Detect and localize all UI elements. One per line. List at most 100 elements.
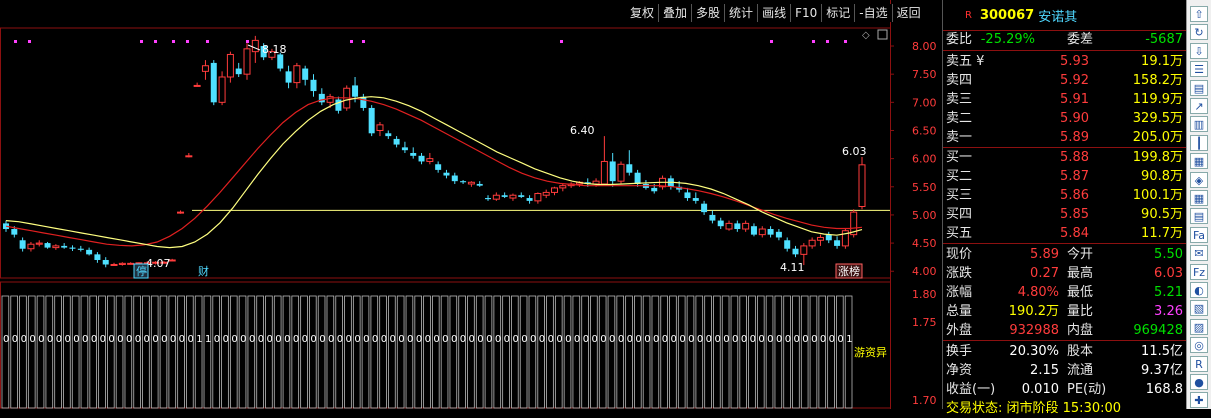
signal-digit: 0 [460, 334, 466, 345]
stat-row: 涨跌 0.27 最高 6.03 [943, 264, 1187, 283]
trend-icon[interactable]: ↗ [1190, 98, 1208, 114]
candle-body [451, 175, 458, 182]
signal-digit: 0 [302, 334, 308, 345]
toolbar-button-7[interactable]: -自选 [854, 4, 891, 22]
bid-price: 5.85 [1060, 207, 1089, 222]
signal-digit: 0 [319, 334, 325, 345]
fa-icon[interactable]: Fa [1190, 226, 1208, 243]
candle-body [476, 183, 483, 186]
shield-icon[interactable]: ◈ [1190, 171, 1208, 188]
candle-body [401, 147, 408, 151]
list-icon[interactable]: ☰ [1190, 61, 1208, 78]
toolbar-button-5[interactable]: F10 [790, 4, 821, 22]
toolbar-button-8[interactable]: 返回 [891, 4, 925, 22]
candle-body [443, 172, 450, 176]
volume-bar [133, 295, 141, 409]
candle-body [725, 222, 733, 230]
weicha-label: 委差 [1067, 32, 1094, 47]
toolbar-button-6[interactable]: 标记 [821, 4, 854, 22]
toolbar-button-3[interactable]: 统计 [724, 4, 757, 22]
candle-body [784, 240, 791, 249]
kline-icon[interactable]: ▥ [1190, 116, 1208, 133]
plus-icon[interactable]: ✚ [1190, 392, 1208, 409]
grid-icon[interactable]: ▦ [1190, 190, 1208, 206]
volume-bar [590, 295, 598, 409]
dot-icon[interactable]: ● [1190, 374, 1208, 390]
volume-bar [168, 295, 177, 409]
fiz-icon[interactable]: Fz [1190, 263, 1208, 280]
candle-body [709, 214, 716, 221]
signal-dot [154, 40, 157, 43]
stat2-value-2: 9.37亿 [1141, 363, 1183, 378]
ask-row: 卖二 5.90 329.5万 [943, 109, 1187, 128]
stock-name[interactable]: 安诺其 [1038, 6, 1077, 25]
volume-bar [150, 295, 159, 409]
stat2-label-2: 股本 [1067, 344, 1094, 359]
volume-bar [625, 295, 633, 409]
rsi-icon[interactable]: R [1190, 355, 1208, 372]
signal-digit: 0 [425, 334, 431, 345]
stock-code[interactable]: 300067 [980, 8, 1034, 23]
candle-body [534, 193, 542, 202]
signal-digit: 0 [240, 334, 246, 345]
candle-body [551, 187, 559, 193]
price-axis-label: 4.00 [912, 265, 937, 278]
weibi-row: 委比 -25.29% 委差 -5687 [943, 30, 1187, 49]
stat2-value: 20.30% [1009, 344, 1059, 359]
signal-digit: 0 [820, 334, 826, 345]
volume-bar [537, 295, 545, 409]
candle-body [775, 231, 782, 238]
signal-digit: 0 [179, 334, 185, 345]
volume-bar [247, 295, 256, 409]
up-arrow-icon[interactable]: ⇧ [1190, 6, 1208, 22]
signal-digit: 0 [144, 334, 150, 345]
ask-price: 5.92 [1060, 73, 1089, 88]
signal-digit: 0 [126, 334, 132, 345]
volume-bar [80, 295, 89, 409]
volume-bar [309, 295, 317, 409]
volume-bar [361, 295, 370, 409]
table-icon[interactable]: ▦ [1190, 153, 1208, 170]
signal-dot [14, 40, 17, 43]
chart-toolbar: 复权 叠加 多股 统计 画线 F10 标记 -自选 返回 [626, 4, 925, 22]
volume-bar [212, 295, 220, 409]
bid-price: 5.87 [1060, 169, 1089, 184]
toolbar-button-4[interactable]: 画线 [757, 4, 790, 22]
tag-ting: 停 [136, 264, 147, 278]
volume-bar [634, 295, 642, 409]
bar-icon[interactable]: ▤ [1190, 79, 1208, 96]
candle-body [501, 195, 508, 197]
signal-digit: 0 [723, 334, 729, 345]
candle-body [701, 203, 708, 213]
signal-digit: 0 [512, 334, 518, 345]
signal-digit: 1 [196, 334, 202, 345]
signal-digit: 0 [337, 334, 343, 345]
volume-bar [546, 295, 554, 409]
chart-b-icon[interactable]: ▧ [1190, 300, 1208, 317]
down-arrow-icon[interactable]: ⇩ [1190, 42, 1208, 59]
toolbar-button-0[interactable]: 复权 [626, 4, 658, 22]
signal-digit: 0 [64, 334, 70, 345]
candle-body [834, 240, 841, 246]
news-icon[interactable]: ✉ [1190, 245, 1208, 262]
volume-axis-label: 1.70 [912, 394, 937, 407]
signal-digit: 0 [618, 334, 624, 345]
circle-icon[interactable]: ◎ [1190, 337, 1208, 354]
chart-c-icon[interactable]: ▨ [1190, 318, 1208, 335]
stat-value-2: 6.03 [1154, 266, 1183, 281]
candle-icon[interactable]: ┃ [1190, 134, 1208, 151]
grid2-icon[interactable]: ▤ [1190, 208, 1208, 225]
toolbar-button-1[interactable]: 叠加 [658, 4, 691, 22]
candle-body [61, 245, 68, 248]
kline-chart-panel[interactable]: 8.00 7.50 7.00 6.50 6.00 5.50 5.00 4.50 4.00 1.80… [0, 0, 942, 409]
signal-digit: 0 [398, 334, 404, 345]
chart-a-icon[interactable]: ◐ [1190, 282, 1208, 298]
price-axis-label: 5.00 [912, 209, 937, 222]
volume-bar [493, 295, 502, 409]
volume-bar [563, 295, 572, 409]
kline-chart[interactable]: 8.00 7.50 7.00 6.50 6.00 5.50 5.00 4.50 4.00 1.80… [0, 0, 942, 409]
stat-row: 外盘 932988 内盘 969428 [943, 321, 1187, 340]
refresh-icon[interactable]: ↻ [1190, 24, 1208, 41]
toolbar-button-2[interactable]: 多股 [691, 4, 724, 22]
ask-label: 卖一 [946, 130, 973, 145]
